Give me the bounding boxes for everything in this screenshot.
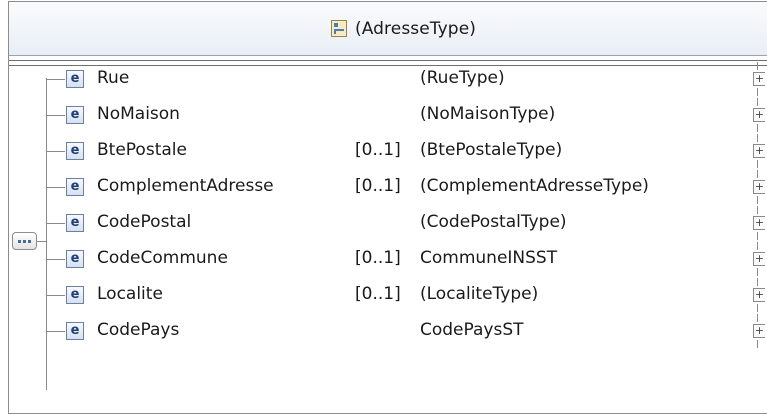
complex-type-header[interactable]: (AdresseType)	[9, 2, 767, 56]
element-icon: e	[66, 70, 84, 88]
expander-connector	[757, 232, 758, 240]
element-name: NoMaison	[97, 104, 180, 124]
element-row[interactable]: e CodeCommune [0..1] CommuneINSST +	[0, 242, 767, 278]
expander-connector	[757, 160, 758, 168]
complex-type-icon	[331, 20, 347, 37]
element-icon: e	[66, 322, 84, 340]
element-cardinality: [0..1]	[355, 140, 401, 160]
element-type: (BtePostaleType)	[420, 140, 563, 160]
expander-connector	[757, 314, 758, 322]
element-icon: e	[66, 178, 84, 196]
expand-plus-icon[interactable]: +	[753, 108, 765, 122]
element-cardinality: [0..1]	[355, 176, 401, 196]
element-type: (LocaliteType)	[420, 284, 539, 304]
element-row[interactable]: e CodePays CodePaysST +	[0, 314, 767, 350]
element-name: Localite	[97, 284, 163, 304]
expander-connector	[757, 62, 758, 70]
element-icon: e	[66, 106, 84, 124]
expand-plus-icon[interactable]: +	[753, 288, 765, 302]
tree-branch-line	[47, 259, 65, 260]
expander-connector	[757, 170, 758, 178]
element-icon: e	[66, 142, 84, 160]
expander-connector	[757, 268, 758, 276]
expand-plus-icon[interactable]: +	[753, 180, 765, 194]
expander-connector	[757, 340, 758, 348]
complex-type-title: (AdresseType)	[355, 18, 476, 39]
element-row[interactable]: e Rue (RueType) +	[0, 62, 767, 98]
tree-branch-line	[47, 187, 65, 188]
element-cardinality: [0..1]	[355, 284, 401, 304]
element-name: BtePostale	[97, 140, 187, 160]
element-type: CodePaysST	[420, 320, 524, 340]
element-name: CodeCommune	[97, 248, 228, 268]
expander-connector	[757, 206, 758, 214]
element-icon: e	[66, 214, 84, 232]
element-row[interactable]: e CodePostal (CodePostalType) +	[0, 206, 767, 242]
element-type: (CodePostalType)	[420, 212, 567, 232]
element-row[interactable]: e ComplementAdresse [0..1] (ComplementAdres…	[0, 170, 767, 206]
expander-connector	[757, 88, 758, 96]
expand-plus-icon[interactable]: +	[753, 252, 765, 266]
expander-connector	[757, 134, 758, 142]
expander-connector	[757, 98, 758, 106]
element-icon: e	[66, 250, 84, 268]
element-name: CodePays	[97, 320, 180, 340]
expand-plus-icon[interactable]: +	[753, 72, 765, 86]
tree-branch-line	[47, 295, 65, 296]
element-type: CommuneINSST	[420, 248, 558, 268]
element-type: (NoMaisonType)	[420, 104, 556, 124]
element-cardinality: [0..1]	[355, 248, 401, 268]
element-row[interactable]: e Localite [0..1] (LocaliteType) +	[0, 278, 767, 314]
tree-branch-line	[47, 79, 65, 80]
expander-connector	[757, 124, 758, 132]
element-type: (RueType)	[420, 68, 505, 88]
expand-plus-icon[interactable]: +	[753, 144, 765, 158]
tree-branch-line	[47, 115, 65, 116]
tree-branch-line	[47, 223, 65, 224]
tree-branch-line	[47, 151, 65, 152]
element-row[interactable]: e NoMaison (NoMaisonType) +	[0, 98, 767, 134]
expander-connector	[757, 196, 758, 204]
expander-connector	[757, 304, 758, 312]
element-name: Rue	[97, 68, 130, 88]
element-name: ComplementAdresse	[97, 176, 274, 196]
element-row[interactable]: e BtePostale [0..1] (BtePostaleType) +	[0, 134, 767, 170]
element-icon: e	[66, 286, 84, 304]
expander-connector	[757, 242, 758, 250]
tree-branch-line	[47, 331, 65, 332]
expand-plus-icon[interactable]: +	[753, 324, 765, 338]
expander-connector	[757, 278, 758, 286]
expand-plus-icon[interactable]: +	[753, 216, 765, 230]
element-name: CodePostal	[97, 212, 192, 232]
element-type: (ComplementAdresseType)	[420, 176, 649, 196]
